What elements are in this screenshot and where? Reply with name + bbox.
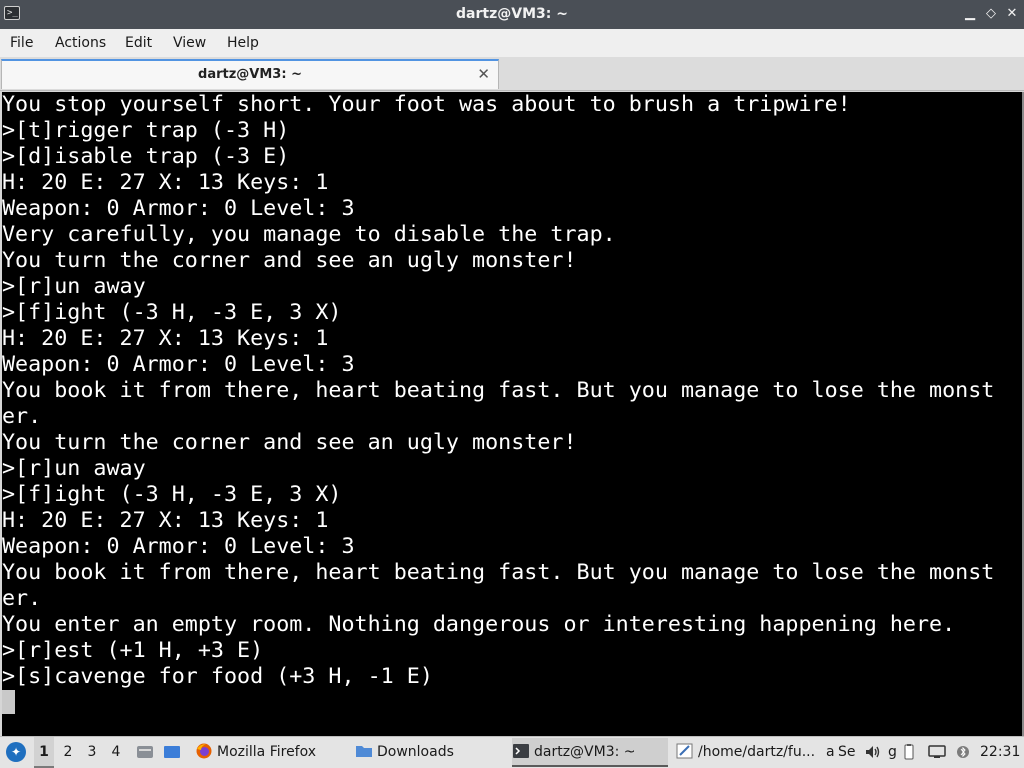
- menu-actions[interactable]: Actions: [55, 29, 106, 57]
- file-manager-icon[interactable]: [136, 744, 154, 760]
- minimize-button[interactable]: ▁: [962, 5, 978, 23]
- terminal-line: You stop yourself short. Your foot was a…: [2, 92, 851, 117]
- terminal-cursor: [2, 690, 15, 714]
- volume-icon[interactable]: [864, 744, 882, 760]
- terminal-line: Weapon: 0 Armor: 0 Level: 3: [2, 352, 355, 377]
- task-editor-label: /home/dartz/fu...: [698, 744, 816, 760]
- task-firefox-label: Mozilla Firefox: [217, 744, 317, 760]
- menu-help[interactable]: Help: [227, 29, 259, 57]
- window-title: dartz@VM3: ~: [456, 6, 568, 22]
- terminal-line: Weapon: 0 Armor: 0 Level: 3: [2, 534, 355, 559]
- network-icon[interactable]: [928, 744, 946, 760]
- terminal-line: You enter an empty room. Nothing dangero…: [2, 612, 956, 637]
- task-extra-label: Se: [838, 744, 856, 760]
- bluetooth-icon[interactable]: [954, 744, 972, 760]
- firefox-icon: [196, 743, 212, 759]
- terminal-line: >[t]rigger trap (-3 H): [2, 118, 290, 143]
- show-desktop-icon[interactable]: [163, 744, 181, 760]
- taskbar: ✦ 1 2 3 4 Mozilla Firefox Downloads dart…: [0, 736, 1024, 768]
- workspace-2[interactable]: 2: [58, 737, 78, 768]
- terminal-icon: [513, 744, 529, 758]
- terminal-line: H: 20 E: 27 X: 13 Keys: 1: [2, 508, 329, 533]
- terminal-line: er.: [2, 586, 42, 611]
- terminal-line: You turn the corner and see an ugly mons…: [2, 430, 577, 455]
- tab-terminal[interactable]: dartz@VM3: ~ ✕: [1, 59, 499, 89]
- terminal-line: You book it from there, heart beating fa…: [2, 560, 995, 585]
- folder-icon: [356, 746, 372, 757]
- task-firefox[interactable]: Mozilla Firefox: [195, 738, 345, 767]
- text-editor-icon: [676, 743, 693, 759]
- terminal-line: >[f]ight (-3 H, -3 E, 3 X): [2, 482, 342, 507]
- menu-bar: File Actions Edit View Help: [0, 29, 1024, 58]
- task-downloads-label: Downloads: [377, 744, 454, 760]
- task-terminal-label: dartz@VM3: ~: [534, 744, 636, 760]
- tab-close-icon[interactable]: ✕: [477, 64, 490, 84]
- menu-edit[interactable]: Edit: [125, 29, 152, 57]
- terminal-line: >[r]un away: [2, 456, 146, 481]
- terminal-output: You stop yourself short. Your foot was a…: [2, 92, 994, 690]
- workspace-3[interactable]: 3: [82, 737, 102, 768]
- terminal-line: You turn the corner and see an ugly mons…: [2, 248, 577, 273]
- menu-file[interactable]: File: [10, 29, 33, 57]
- maximize-button[interactable]: ◇: [983, 5, 999, 23]
- tab-bar: dartz@VM3: ~ ✕: [0, 57, 1024, 91]
- window-titlebar[interactable]: >_ dartz@VM3: ~ ▁ ◇ ✕: [0, 0, 1024, 29]
- task-extra[interactable]: Se: [838, 738, 862, 767]
- workspace-1[interactable]: 1: [34, 737, 54, 768]
- terminal-line: You book it from there, heart beating fa…: [2, 378, 995, 403]
- terminal-view[interactable]: You stop yourself short. Your foot was a…: [2, 92, 1022, 736]
- terminal-line: H: 20 E: 27 X: 13 Keys: 1: [2, 170, 329, 195]
- task-downloads[interactable]: Downloads: [355, 738, 505, 767]
- clock[interactable]: 22:31: [980, 737, 1020, 768]
- battery-icon[interactable]: [900, 744, 918, 760]
- terminal-line: >[f]ight (-3 H, -3 E, 3 X): [2, 300, 342, 325]
- menu-view[interactable]: View: [173, 29, 206, 57]
- terminal-line: er.: [2, 404, 42, 429]
- terminal-line: H: 20 E: 27 X: 13 Keys: 1: [2, 326, 329, 351]
- terminal-line: >[d]isable trap (-3 E): [2, 144, 290, 169]
- close-button[interactable]: ✕: [1004, 5, 1020, 23]
- task-editor[interactable]: /home/dartz/fu... a: [676, 738, 834, 767]
- tab-label: dartz@VM3: ~: [198, 67, 302, 82]
- workspace-4[interactable]: 4: [106, 737, 126, 768]
- terminal-line: >[s]cavenge for food (+3 H, -1 E): [2, 664, 433, 689]
- task-editor-suffix: a: [826, 744, 834, 760]
- terminal-line: >[r]est (+1 H, +3 E): [2, 638, 264, 663]
- start-menu-icon[interactable]: ✦: [6, 742, 26, 762]
- task-terminal[interactable]: dartz@VM3: ~: [512, 738, 668, 767]
- terminal-line: >[r]un away: [2, 274, 146, 299]
- task-extra2[interactable]: g: [888, 738, 897, 767]
- terminal-line: Weapon: 0 Armor: 0 Level: 3: [2, 196, 355, 221]
- terminal-line: Very carefully, you manage to disable th…: [2, 222, 616, 247]
